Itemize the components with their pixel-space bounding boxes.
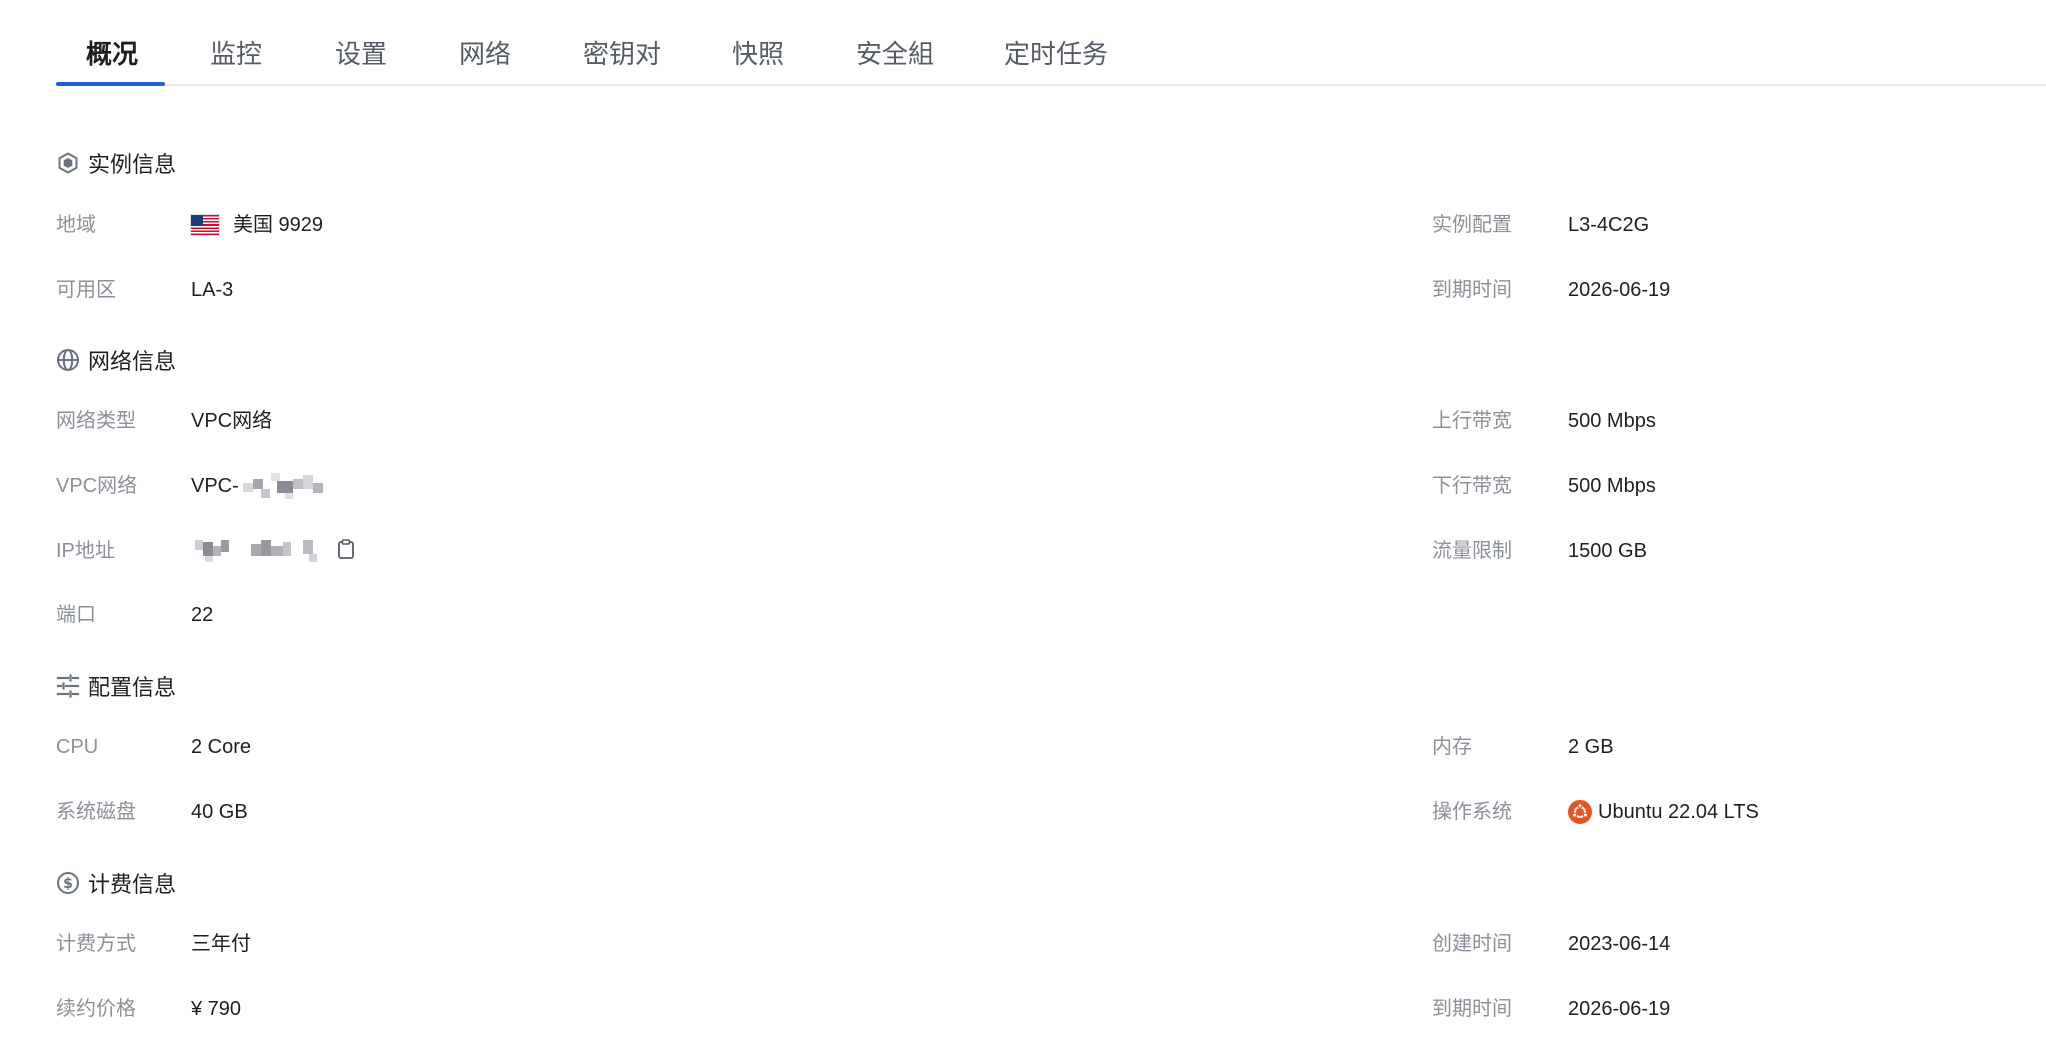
tab-security-groups[interactable]: 安全組 xyxy=(856,36,934,72)
cpu-label: CPU xyxy=(56,736,99,758)
section-title-text: 配置信息 xyxy=(88,675,177,700)
os-label: 操作系统 xyxy=(1432,801,1512,823)
us-flag-icon xyxy=(191,215,219,235)
copy-icon[interactable] xyxy=(337,539,355,559)
section-title-config: 配置信息 xyxy=(56,668,176,704)
region-label: 地域 xyxy=(56,214,96,236)
spec-label: 实例配置 xyxy=(1432,214,1512,236)
port-label: 端口 xyxy=(56,604,96,626)
tab-monitor[interactable]: 监控 xyxy=(210,36,262,72)
upload-bandwidth-label: 上行带宽 xyxy=(1432,410,1512,432)
network-type-value: VPC网络 xyxy=(191,410,273,432)
region-text: 美国 9929 xyxy=(233,214,324,236)
billing-method-value: 三年付 xyxy=(191,933,251,955)
spec-value: L3-4C2G xyxy=(1568,214,1650,236)
dollar-icon: $ xyxy=(56,871,80,895)
os-text: Ubuntu 22.04 LTS xyxy=(1598,801,1759,823)
section-title-text: 实例信息 xyxy=(88,152,177,177)
created-value: 2023-06-14 xyxy=(1568,933,1671,955)
redacted-vpc-id xyxy=(241,473,327,499)
traffic-limit-value: 1500 GB xyxy=(1568,540,1647,562)
tab-keypairs[interactable]: 密钥对 xyxy=(583,36,661,72)
section-title-text: 网络信息 xyxy=(88,349,177,374)
tab-bar: 概况 监控 设置 网络 密钥对 快照 安全組 定时任务 xyxy=(56,0,2046,86)
network-type-label: 网络类型 xyxy=(56,410,136,432)
os-value: Ubuntu 22.04 LTS xyxy=(1568,797,1759,827)
expire-value: 2026-06-19 xyxy=(1568,279,1671,301)
download-bandwidth-label: 下行带宽 xyxy=(1432,475,1512,497)
port-value: 22 xyxy=(191,604,214,626)
globe-icon xyxy=(56,348,80,372)
created-label: 创建时间 xyxy=(1432,933,1512,955)
download-bandwidth-value: 500 Mbps xyxy=(1568,475,1656,497)
ubuntu-icon xyxy=(1568,800,1592,824)
renewal-price-label: 续约价格 xyxy=(56,998,136,1020)
tab-scheduled-tasks[interactable]: 定时任务 xyxy=(1004,36,1108,72)
zone-label: 可用区 xyxy=(56,279,116,301)
active-tab-indicator xyxy=(56,82,165,86)
vpc-prefix: VPC- xyxy=(191,475,239,497)
sliders-icon xyxy=(56,674,80,698)
vpc-value: VPC- xyxy=(191,471,327,501)
section-title-text: 计费信息 xyxy=(88,872,177,897)
disk-label: 系统磁盘 xyxy=(56,801,136,823)
region-value: 美国 9929 xyxy=(191,210,323,240)
cpu-value: 2 Core xyxy=(191,736,252,758)
tab-snapshots[interactable]: 快照 xyxy=(732,36,784,72)
billing-expire-value: 2026-06-19 xyxy=(1568,998,1671,1020)
tab-settings[interactable]: 设置 xyxy=(335,36,387,72)
section-title-billing: $ 计费信息 xyxy=(56,865,176,901)
zone-value: LA-3 xyxy=(191,279,234,301)
billing-method-label: 计费方式 xyxy=(56,933,136,955)
billing-expire-label: 到期时间 xyxy=(1432,998,1512,1020)
ip-value xyxy=(191,536,355,562)
renewal-price-value: ¥ 790 xyxy=(191,998,242,1020)
tab-network[interactable]: 网络 xyxy=(459,36,511,72)
disk-value: 40 GB xyxy=(191,801,248,823)
section-title-network: 网络信息 xyxy=(56,342,176,378)
expire-label: 到期时间 xyxy=(1432,279,1512,301)
traffic-limit-label: 流量限制 xyxy=(1432,540,1512,562)
memory-label: 内存 xyxy=(1432,736,1472,758)
section-title-instance: 实例信息 xyxy=(56,145,176,181)
upload-bandwidth-value: 500 Mbps xyxy=(1568,410,1656,432)
ip-label: IP地址 xyxy=(56,540,115,562)
redacted-ip-address xyxy=(191,536,321,562)
cube-icon xyxy=(56,151,80,175)
svg-text:$: $ xyxy=(63,876,73,892)
vpc-label: VPC网络 xyxy=(56,475,138,497)
tab-overview[interactable]: 概况 xyxy=(86,36,138,72)
memory-value: 2 GB xyxy=(1568,736,1614,758)
